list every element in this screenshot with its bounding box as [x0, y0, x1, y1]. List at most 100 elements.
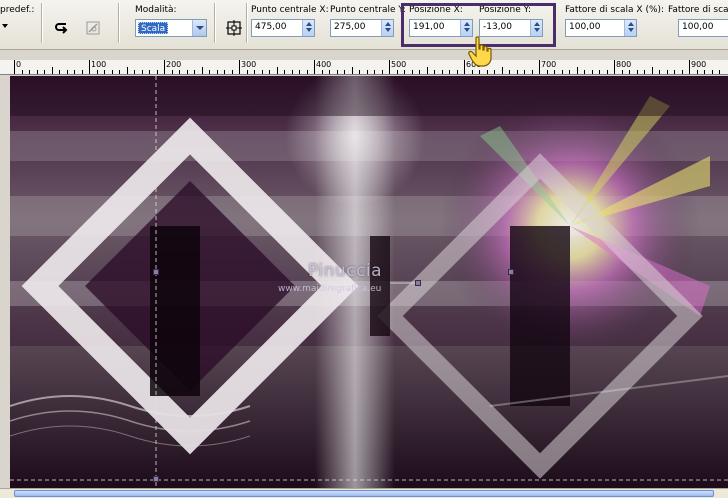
ruler-label: 500 — [391, 60, 407, 69]
ruler-tick — [321, 70, 323, 74]
ruler-tick — [141, 70, 143, 74]
apply-button[interactable] — [81, 16, 103, 38]
ruler-tick — [561, 70, 563, 74]
ruler-tick — [351, 67, 353, 74]
spinner-arrows-icon[interactable] — [302, 20, 314, 36]
ruler-tick — [224, 70, 225, 74]
spinner-arrows-icon[interactable] — [624, 20, 636, 36]
ruler-tick — [719, 70, 720, 74]
ruler-tick — [606, 70, 608, 74]
spinner-arrows-icon[interactable] — [381, 20, 393, 36]
center-button[interactable] — [222, 16, 244, 38]
ruler-tick — [36, 70, 38, 74]
ruler-label: 200 — [166, 60, 182, 69]
transform-handle[interactable] — [153, 476, 159, 482]
ruler-tick — [434, 70, 435, 74]
ruler-tick — [426, 67, 428, 74]
ruler-tick — [359, 70, 360, 74]
ruler-tick — [441, 70, 443, 74]
chevron-down-icon[interactable] — [192, 20, 206, 36]
horizontal-ruler: 0 100 200 300 400 500 600 700 800 900 — [0, 60, 728, 75]
ruler-tick — [516, 70, 518, 74]
ruler-tick — [696, 70, 698, 74]
ruler-label: 0 — [16, 60, 22, 69]
transform-handle[interactable] — [153, 269, 159, 275]
pick-tool-options-bar: predef.: Modalità: Scala Punto centrale … — [0, 0, 728, 50]
scrollbar-thumb[interactable] — [14, 490, 714, 497]
reset-button[interactable] — [50, 16, 72, 38]
ruler-tick — [269, 70, 270, 74]
center-y-input[interactable]: 275,00 — [330, 19, 394, 37]
ruler-tick — [681, 70, 683, 74]
ruler-tick — [59, 70, 60, 74]
ruler-tick — [546, 70, 548, 74]
scale-y-input[interactable]: 100,00 — [678, 19, 728, 37]
ruler-tick — [261, 70, 263, 74]
ruler-tick — [711, 70, 713, 74]
ruler-tick — [44, 70, 45, 74]
ruler-label: 800 — [616, 60, 632, 69]
chevron-down-icon[interactable] — [2, 24, 8, 28]
transform-handle[interactable] — [508, 269, 514, 275]
ruler-tick — [194, 70, 195, 74]
ruler-tick — [494, 70, 495, 74]
ruler-tick — [659, 70, 660, 74]
scale-x-value: 100,00 — [569, 22, 601, 32]
ruler-tick — [246, 70, 248, 74]
ruler-tick — [374, 70, 375, 74]
ruler-tick — [704, 70, 705, 74]
ruler-tick — [651, 67, 653, 74]
scale-y-value: 100,00 — [682, 22, 714, 32]
scale-y-label: Fattore di scala — [668, 5, 728, 15]
ruler-tick — [254, 70, 255, 74]
ruler-tick — [291, 70, 293, 74]
ruler-tick — [179, 70, 180, 74]
ruler-tick — [299, 70, 300, 74]
center-x-input[interactable]: 475,00 — [251, 19, 315, 37]
ruler-tick — [149, 70, 150, 74]
watermark-title: Pinuccia — [308, 261, 382, 281]
watermark-url: www.maidiregrafica.eu — [278, 284, 382, 294]
ruler-tick — [314, 60, 315, 74]
ruler-tick — [171, 70, 173, 74]
transform-handle[interactable] — [415, 280, 421, 286]
apply-icon — [86, 21, 100, 35]
ruler-tick — [471, 70, 473, 74]
ruler-tick — [336, 70, 338, 74]
ruler-tick — [74, 70, 75, 74]
ruler-tick — [231, 70, 233, 74]
ruler-tick — [29, 70, 30, 74]
ruler-label: 700 — [541, 60, 557, 69]
horizontal-scrollbar[interactable] — [0, 488, 728, 498]
ruler-tick — [156, 70, 158, 74]
ruler-tick — [104, 70, 105, 74]
ruler-tick — [389, 60, 390, 74]
ruler-tick — [134, 70, 135, 74]
scale-x-input[interactable]: 100,00 — [565, 19, 637, 37]
ruler-tick — [531, 70, 533, 74]
ruler-tick — [644, 70, 645, 74]
ruler-tick — [629, 70, 630, 74]
ruler-tick — [449, 70, 450, 74]
ruler-tick — [486, 70, 488, 74]
image-canvas[interactable]: Pinuccia www.maidiregrafica.eu — [10, 76, 728, 488]
ruler-tick — [381, 70, 383, 74]
ruler-label: 300 — [241, 60, 257, 69]
modality-select[interactable]: Scala — [135, 19, 207, 37]
ruler-tick — [591, 70, 593, 74]
ruler-tick — [621, 70, 623, 74]
ruler-tick — [404, 70, 405, 74]
modality-label: Modalità: — [135, 5, 177, 15]
ruler-tick — [96, 70, 98, 74]
ruler-tick — [276, 67, 278, 74]
ruler-tick — [614, 60, 615, 74]
ruler-tick — [51, 67, 53, 74]
center-target-icon — [226, 20, 242, 36]
ruler-tick — [209, 70, 210, 74]
ruler-tick — [479, 70, 480, 74]
separator — [246, 3, 247, 43]
ruler-tick — [111, 70, 113, 74]
ruler-tick — [501, 67, 503, 74]
ruler-tick — [366, 70, 368, 74]
ruler-tick — [689, 60, 690, 74]
